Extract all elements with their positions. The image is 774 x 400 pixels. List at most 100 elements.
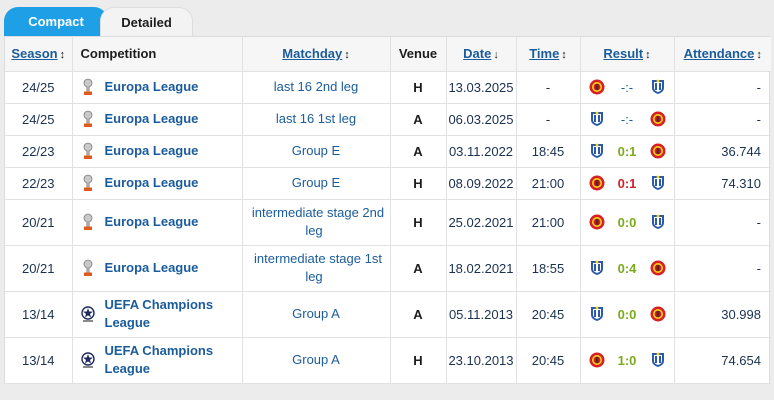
season-sort-link[interactable]: Season (11, 46, 57, 61)
competition-cell[interactable]: Europa League (72, 245, 243, 292)
matchday-link[interactable]: Group A (288, 306, 344, 321)
competition-link[interactable]: Europa League (105, 78, 199, 96)
attendance-cell: 74.310 (674, 167, 771, 200)
col-date[interactable]: Date ↓ (446, 37, 517, 72)
competition-cell[interactable]: Europa League (72, 103, 243, 136)
season-cell: 13/14 (5, 337, 73, 384)
result-cell: 0:1 (580, 135, 675, 168)
attendance-value: 36.744 (721, 143, 761, 159)
competition-cell[interactable]: Europa League (72, 199, 243, 246)
col-time[interactable]: Time ↕ (516, 37, 581, 72)
europa-league-trophy-icon (79, 110, 97, 128)
attendance-value: 74.310 (721, 175, 761, 191)
time-sort-link[interactable]: Time (529, 46, 559, 61)
venue-value: A (413, 306, 423, 322)
venue-cell: A (390, 291, 447, 338)
matches-table: Season ↕ Competition Matchday ↕ Venue Date… (5, 37, 771, 384)
col-attendance[interactable]: Attendance ↕ (674, 37, 771, 72)
manchester-united-crest-icon (650, 306, 666, 322)
matchday-link[interactable]: Group E (288, 175, 344, 190)
competition-link[interactable]: UEFA Champions League (105, 342, 242, 378)
matchday-cell[interactable]: Group A (242, 291, 391, 338)
score-link[interactable]: 0:1 (612, 144, 642, 159)
manchester-united-crest-icon (589, 175, 605, 191)
matchday-cell[interactable]: Group A (242, 337, 391, 384)
matchday-link[interactable]: intermediate stage 1st leg (250, 251, 382, 284)
matchday-cell[interactable]: intermediate stage 1st leg (242, 245, 391, 292)
tab-detailed[interactable]: Detailed (100, 7, 193, 36)
attendance-value: - (756, 79, 761, 95)
table-row: 24/25 Europa League last 16 2nd leg H 13… (5, 71, 771, 104)
competition-cell[interactable]: Europa League (72, 71, 243, 104)
col-season[interactable]: Season ↕ (5, 37, 73, 72)
table-row: 20/21 Europa League intermediate stage 1… (5, 245, 771, 292)
matchday-sort-link[interactable]: Matchday (282, 46, 342, 61)
sort-icon: ↕ (756, 49, 762, 62)
competition-cell[interactable]: Europa League (72, 135, 243, 168)
venue-cell: H (390, 167, 447, 200)
time-cell: 20:45 (516, 337, 581, 384)
matchday-cell[interactable]: intermediate stage 2nd leg (242, 199, 391, 246)
matchday-link[interactable]: intermediate stage 2nd leg (248, 205, 384, 238)
matchday-cell[interactable]: last 16 1st leg (242, 103, 391, 136)
attendance-value: - (756, 111, 761, 127)
venue-cell: A (390, 135, 447, 168)
attendance-cell: - (674, 199, 771, 246)
attendance-cell: 36.744 (674, 135, 771, 168)
score-link[interactable]: -:- (612, 80, 642, 95)
competition-link[interactable]: Europa League (105, 142, 199, 160)
competition-cell[interactable]: UEFA Champions League (72, 291, 243, 338)
matchday-link[interactable]: last 16 1st leg (272, 111, 360, 126)
venue-value: H (413, 175, 423, 191)
result-cell: 1:0 (580, 337, 675, 384)
time-value: 18:45 (531, 143, 565, 159)
matchday-cell[interactable]: Group E (242, 135, 391, 168)
champions-league-trophy-icon (79, 351, 97, 369)
matchday-link[interactable]: Group E (288, 143, 344, 158)
result-cell: -:- (580, 103, 675, 136)
matchday-link[interactable]: Group A (288, 352, 344, 367)
competition-link[interactable]: Europa League (105, 213, 199, 231)
time-value: 20:45 (531, 352, 565, 368)
date-value: 05.11.2013 (448, 306, 514, 322)
result-sort-link[interactable]: Result (603, 46, 643, 61)
result-cell: 0:0 (580, 291, 675, 338)
time-value: 18:55 (531, 260, 565, 276)
col-result[interactable]: Result ↕ (580, 37, 675, 72)
competition-link[interactable]: Europa League (105, 110, 199, 128)
score-link[interactable]: 0:4 (612, 261, 642, 276)
date-cell: 13.03.2025 (446, 71, 517, 104)
score-link[interactable]: -:- (612, 112, 642, 127)
champions-league-trophy-icon (79, 305, 97, 323)
venue-value: H (413, 214, 423, 230)
matchday-link[interactable]: last 16 2nd leg (270, 79, 363, 94)
sort-desc-icon: ↓ (493, 49, 499, 62)
matchday-cell[interactable]: last 16 2nd leg (242, 71, 391, 104)
competition-link[interactable]: Europa League (105, 174, 199, 192)
score-link[interactable]: 0:0 (612, 307, 642, 322)
sort-icon: ↕ (645, 49, 651, 62)
matchday-cell[interactable]: Group E (242, 167, 391, 200)
europa-league-trophy-icon (79, 142, 97, 160)
season-cell: 20/21 (5, 245, 73, 292)
venue-cell: A (390, 103, 447, 136)
sort-icon: ↕ (344, 49, 350, 62)
venue-value: A (413, 111, 423, 127)
competition-cell[interactable]: Europa League (72, 167, 243, 200)
score-link[interactable]: 0:0 (612, 215, 642, 230)
competition-link[interactable]: Europa League (105, 259, 199, 277)
attendance-cell: - (674, 245, 771, 292)
competition-cell[interactable]: UEFA Champions League (72, 337, 243, 384)
date-sort-link[interactable]: Date (463, 46, 491, 61)
tab-compact[interactable]: Compact (4, 7, 108, 36)
result-cell: -:- (580, 71, 675, 104)
time-value: 20:45 (531, 306, 565, 322)
date-cell: 08.09.2022 (446, 167, 517, 200)
score-link[interactable]: 1:0 (612, 353, 642, 368)
score-link[interactable]: 0:1 (612, 176, 642, 191)
real-sociedad-crest-icon (589, 111, 605, 127)
col-matchday[interactable]: Matchday ↕ (242, 37, 391, 72)
attendance-sort-link[interactable]: Attendance (684, 46, 755, 61)
table-row: 13/14 UEFA Champions League Group A H 23… (5, 337, 771, 384)
competition-link[interactable]: UEFA Champions League (105, 296, 242, 332)
